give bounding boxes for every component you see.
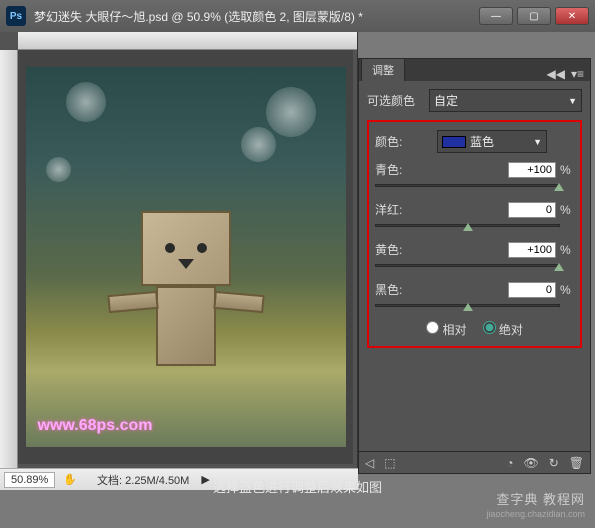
watermark: www.68ps.com xyxy=(38,417,153,435)
cyan-track[interactable] xyxy=(375,184,560,187)
adjustment-type-label: 可选颜色 xyxy=(367,92,423,109)
slider-thumb[interactable] xyxy=(463,223,473,231)
ps-icon: Ps xyxy=(6,6,26,26)
title-bar: Ps 梦幻迷失 大眼仔～旭.psd @ 50.9% (选取颜色 2, 图层蒙版/… xyxy=(0,0,595,32)
tab-adjustments[interactable]: 调整 xyxy=(361,58,405,81)
magenta-label: 洋红: xyxy=(375,201,508,218)
clip-icon[interactable]: ◔ xyxy=(506,456,513,470)
yellow-slider: 黄色: % xyxy=(375,241,574,267)
black-label: 黑色: xyxy=(375,281,508,298)
cyan-value[interactable] xyxy=(508,162,556,178)
slider-thumb[interactable] xyxy=(554,183,564,191)
magenta-value[interactable] xyxy=(508,202,556,218)
absolute-radio[interactable]: 绝对 xyxy=(483,321,523,338)
yellow-track[interactable] xyxy=(375,264,560,267)
yellow-label: 黄色: xyxy=(375,241,508,258)
panel-tabs: 调整 ◀◀ ▾≡ xyxy=(359,59,590,81)
adjustments-panel: 调整 ◀◀ ▾≡ 可选颜色 自定▼ 颜色: 蓝色 ▼ 青色: xyxy=(358,58,591,474)
window-controls: — ▢ ✕ xyxy=(479,7,589,25)
ruler-horizontal xyxy=(18,32,357,50)
slider-thumb[interactable] xyxy=(554,263,564,271)
reset-icon[interactable]: ↻ xyxy=(549,456,559,470)
magenta-track[interactable] xyxy=(375,224,560,227)
yellow-unit: % xyxy=(560,243,574,257)
chevron-down-icon: ▼ xyxy=(533,137,542,147)
close-button[interactable]: ✕ xyxy=(555,7,589,25)
panel-collapse-icon[interactable]: ◀◀ xyxy=(547,67,565,81)
expand-icon[interactable]: ⬚ xyxy=(384,456,395,470)
danbo-figure xyxy=(141,211,231,366)
color-combo[interactable]: 蓝色 ▼ xyxy=(437,130,547,153)
panel-body: 可选颜色 自定▼ 颜色: 蓝色 ▼ 青色: % xyxy=(359,81,590,451)
maximize-button[interactable]: ▢ xyxy=(517,7,551,25)
magenta-slider: 洋红: % xyxy=(375,201,574,227)
ruler-vertical xyxy=(0,50,18,468)
panel-footer: ◁ ⬚ ◔ 👁 ↻ 🗑 xyxy=(359,451,590,473)
black-value[interactable] xyxy=(508,282,556,298)
yellow-value[interactable] xyxy=(508,242,556,258)
image-content: www.68ps.com xyxy=(26,67,346,447)
document-title: 梦幻迷失 大眼仔～旭.psd @ 50.9% (选取颜色 2, 图层蒙版/8) … xyxy=(34,8,479,25)
cyan-slider: 青色: % xyxy=(375,161,574,187)
chevron-down-icon: ▼ xyxy=(568,96,577,106)
color-swatch xyxy=(442,136,466,148)
relative-radio[interactable]: 相对 xyxy=(426,321,466,338)
panel-menu-icon[interactable]: ▾≡ xyxy=(571,67,584,81)
back-icon[interactable]: ◁ xyxy=(365,456,374,470)
delete-icon[interactable]: 🗑 xyxy=(569,456,584,470)
black-track[interactable] xyxy=(375,304,560,307)
cyan-unit: % xyxy=(560,163,574,177)
magenta-unit: % xyxy=(560,203,574,217)
black-slider: 黑色: % xyxy=(375,281,574,307)
slider-thumb[interactable] xyxy=(463,303,473,311)
source-credit: 查字典 教程网 jiaocheng.chazidian.com xyxy=(486,492,585,522)
preset-combo[interactable]: 自定▼ xyxy=(429,89,582,112)
cyan-label: 青色: xyxy=(375,161,508,178)
canvas-area: www.68ps.com xyxy=(0,32,358,468)
visibility-icon[interactable]: 👁 xyxy=(523,456,538,470)
canvas[interactable]: www.68ps.com xyxy=(18,50,353,464)
method-radios: 相对 绝对 xyxy=(375,321,574,338)
black-unit: % xyxy=(560,283,574,297)
highlight-box: 颜色: 蓝色 ▼ 青色: % 洋红: % xyxy=(367,120,582,348)
color-label: 颜色: xyxy=(375,133,431,150)
minimize-button[interactable]: — xyxy=(479,7,513,25)
